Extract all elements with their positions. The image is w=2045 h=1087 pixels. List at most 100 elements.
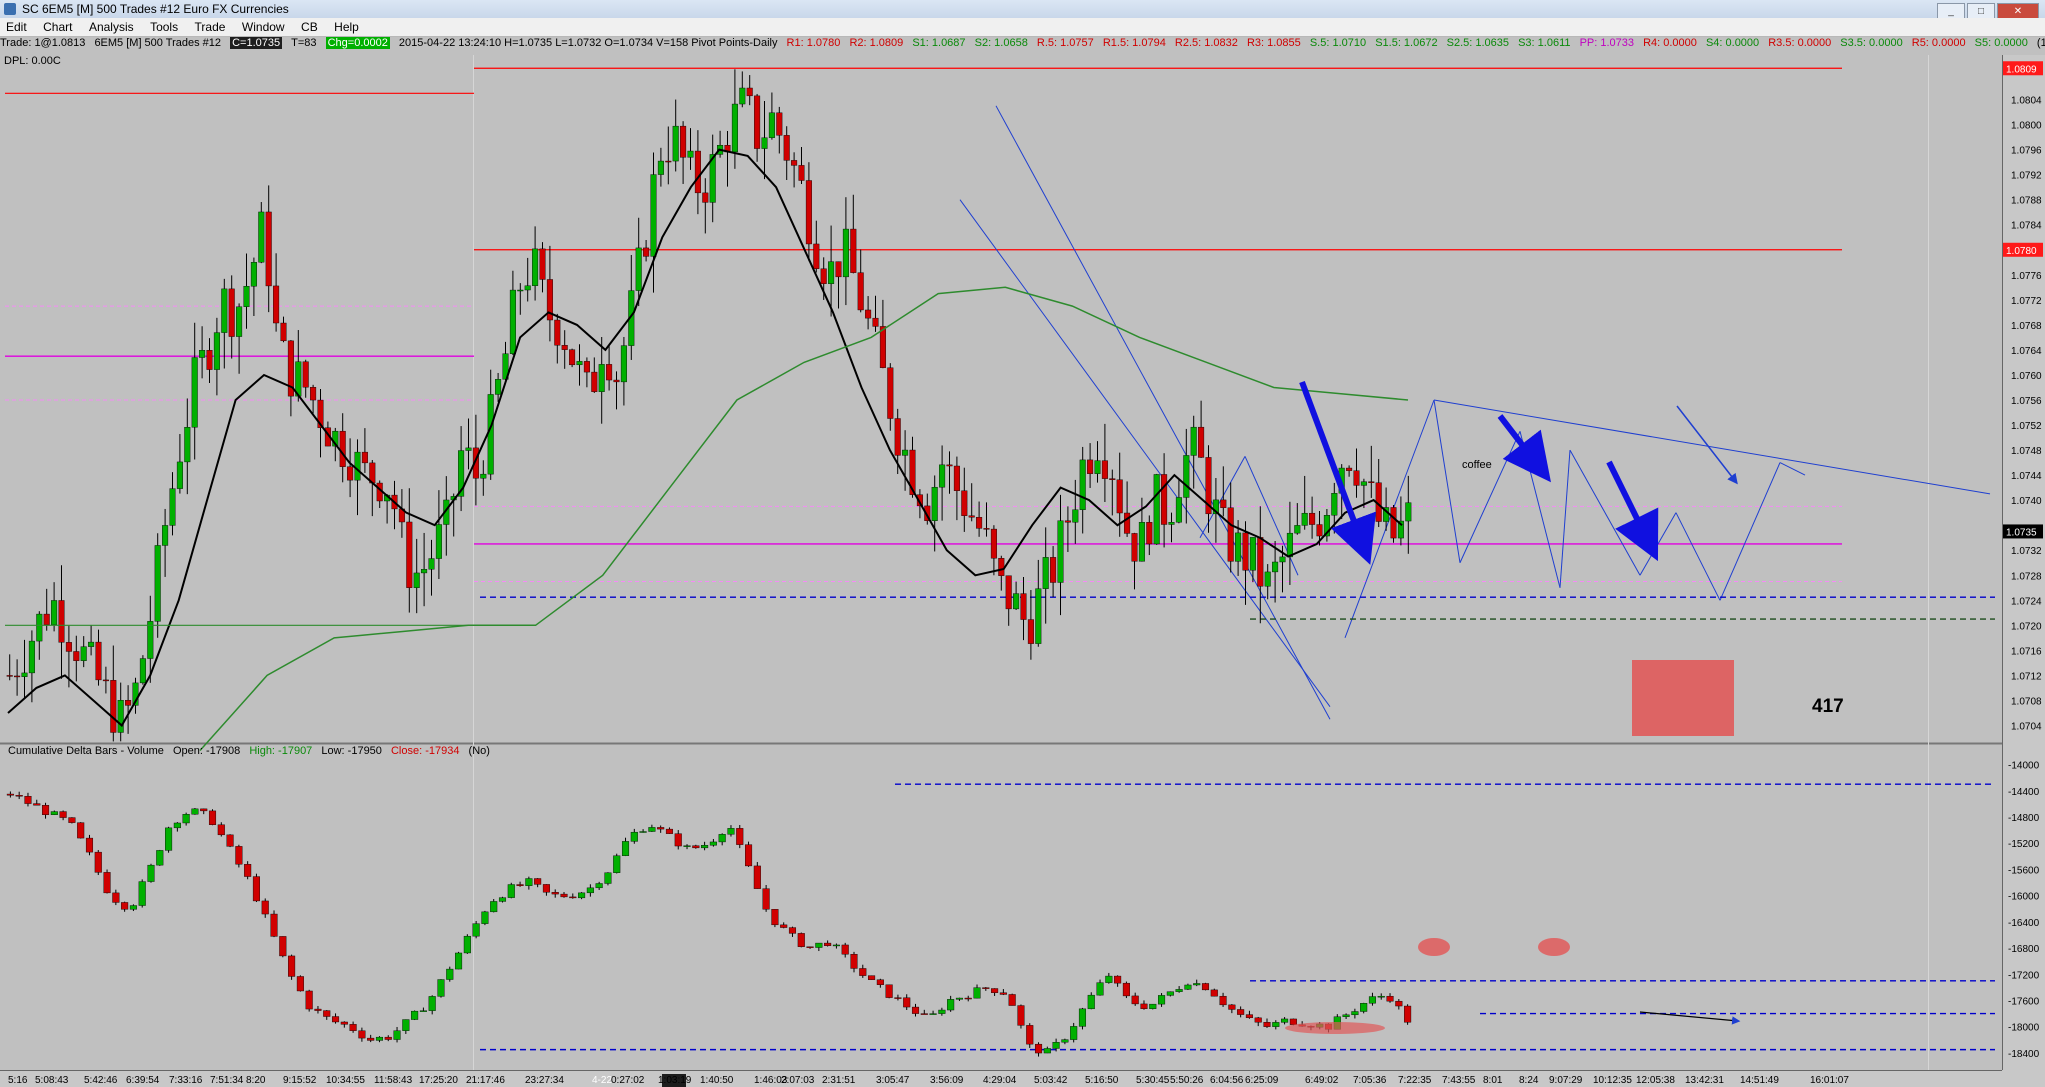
delta-candle bbox=[393, 1030, 401, 1040]
price-tick-label: 1.0716 bbox=[2011, 646, 2042, 657]
price-candle bbox=[828, 261, 835, 284]
delta-candle bbox=[252, 876, 260, 902]
delta-tick-label: -16400 bbox=[2008, 918, 2040, 929]
time-tick-label: 5:42:46 bbox=[84, 1075, 118, 1086]
price-tick-label: 1.0764 bbox=[2011, 346, 2042, 357]
price-candle bbox=[1057, 520, 1064, 583]
price-candle bbox=[583, 361, 590, 373]
delta-candle bbox=[630, 831, 638, 842]
target-box bbox=[1632, 660, 1734, 736]
delta-candle bbox=[1351, 1011, 1359, 1016]
delta-candle bbox=[42, 805, 50, 815]
price-candle bbox=[946, 464, 953, 467]
delta-candle bbox=[296, 976, 304, 992]
menu-cb[interactable]: CB bbox=[295, 18, 324, 34]
time-tick-label: 5:16 bbox=[8, 1075, 28, 1086]
menu-help[interactable]: Help bbox=[328, 18, 365, 34]
delta-candle bbox=[999, 992, 1007, 995]
delta-candle bbox=[165, 827, 173, 851]
delta-candle bbox=[358, 1030, 366, 1039]
price-tick-label: 1.0740 bbox=[2011, 496, 2042, 507]
price-candle bbox=[820, 268, 827, 284]
delta-candle bbox=[472, 923, 480, 937]
delta-candle bbox=[498, 897, 507, 902]
delta-peak-marker bbox=[1418, 938, 1450, 956]
window-titlebar[interactable]: SC 6EM5 [M] 500 Trades #12 Euro FX Curre… bbox=[0, 0, 2045, 20]
price-highlight-label: 1.0780 bbox=[2006, 246, 2037, 257]
price-candle bbox=[1168, 521, 1175, 525]
delta-candle bbox=[1052, 1042, 1060, 1049]
delta-candle bbox=[68, 817, 76, 823]
delta-study-name: Cumulative Delta Bars - Volume bbox=[8, 745, 164, 757]
price-candle bbox=[1235, 532, 1242, 562]
delta-candle bbox=[1078, 1008, 1087, 1027]
menu-analysis[interactable]: Analysis bbox=[83, 18, 140, 34]
menu-edit[interactable]: Edit bbox=[0, 18, 33, 34]
time-tick-label: 3:56:09 bbox=[930, 1075, 964, 1086]
price-candle bbox=[465, 447, 472, 451]
price-candle bbox=[1183, 455, 1190, 498]
delta-candle bbox=[1228, 1004, 1236, 1010]
price-candle bbox=[857, 272, 864, 311]
delta-panel[interactable] bbox=[0, 745, 2002, 1070]
menu-trade[interactable]: Trade bbox=[189, 18, 232, 34]
price-candle bbox=[798, 165, 805, 181]
menu-bar: Edit Chart Analysis Tools Trade Window C… bbox=[0, 18, 2045, 37]
price-candle bbox=[339, 430, 346, 467]
price-candle bbox=[1138, 522, 1145, 562]
menu-chart[interactable]: Chart bbox=[37, 18, 78, 34]
price-tick-label: 1.0776 bbox=[2011, 271, 2042, 282]
time-tick-label: 6:04:56 bbox=[1210, 1075, 1244, 1086]
delta-candle bbox=[463, 935, 471, 954]
price-candle bbox=[998, 558, 1005, 576]
price-candle bbox=[776, 112, 783, 136]
price-candle bbox=[139, 658, 146, 684]
delta-candle bbox=[982, 987, 990, 989]
trade-position: Trade: 1@1.0813 bbox=[0, 37, 86, 49]
delta-candle bbox=[437, 979, 445, 997]
delta-tick-label: -18000 bbox=[2008, 1023, 2040, 1034]
menu-tools[interactable]: Tools bbox=[144, 18, 184, 34]
delta-candle bbox=[1114, 975, 1122, 984]
time-tick-label: 3:05:47 bbox=[876, 1075, 910, 1086]
delta-candle bbox=[815, 942, 823, 948]
price-candle bbox=[236, 306, 243, 337]
price-candle bbox=[1220, 499, 1227, 508]
price-candle bbox=[1272, 561, 1279, 573]
price-candle bbox=[1161, 474, 1168, 525]
time-tick-label: 1:03:19 bbox=[658, 1075, 692, 1086]
delta-peak-marker bbox=[1538, 938, 1570, 956]
price-candle bbox=[51, 600, 58, 625]
delta-candle bbox=[1395, 1000, 1403, 1007]
price-candle bbox=[1368, 481, 1375, 483]
delta-candle bbox=[1061, 1039, 1069, 1043]
delta-candle bbox=[991, 988, 999, 993]
delta-candle bbox=[191, 808, 199, 815]
delta-candle bbox=[692, 845, 700, 849]
price-candle bbox=[1020, 593, 1027, 620]
price-candle bbox=[21, 672, 28, 677]
delta-candle bbox=[481, 911, 489, 924]
delta-candle bbox=[226, 834, 234, 847]
price-candle bbox=[576, 361, 583, 366]
price-candle bbox=[1360, 481, 1367, 486]
menu-window[interactable]: Window bbox=[236, 18, 291, 34]
delta-candle bbox=[903, 997, 911, 1008]
price-candle bbox=[1390, 507, 1397, 539]
delta-candle bbox=[736, 828, 744, 845]
price-tick-label: 1.0784 bbox=[2011, 221, 2042, 232]
time-tick-label: 23:27:34 bbox=[525, 1075, 564, 1086]
pivot-r25: R2.5: 1.0832 bbox=[1174, 37, 1238, 49]
price-candle bbox=[1257, 537, 1264, 587]
price-candle bbox=[265, 211, 272, 287]
time-tick-label: 17:25:20 bbox=[419, 1075, 458, 1086]
price-candle bbox=[1279, 556, 1286, 563]
price-candle bbox=[428, 558, 435, 570]
delta-candle bbox=[402, 1019, 410, 1031]
delta-candle bbox=[1017, 1005, 1025, 1026]
time-tick-label: 6:25:09 bbox=[1245, 1075, 1279, 1086]
chart-canvas[interactable]: 1.0804 1.0800 1.0796 1.0792 1.0788 1.0784 1.07… bbox=[0, 0, 2045, 1087]
delta-candle bbox=[1219, 995, 1227, 1006]
delta-candle bbox=[973, 987, 981, 999]
delta-candle bbox=[797, 933, 805, 947]
